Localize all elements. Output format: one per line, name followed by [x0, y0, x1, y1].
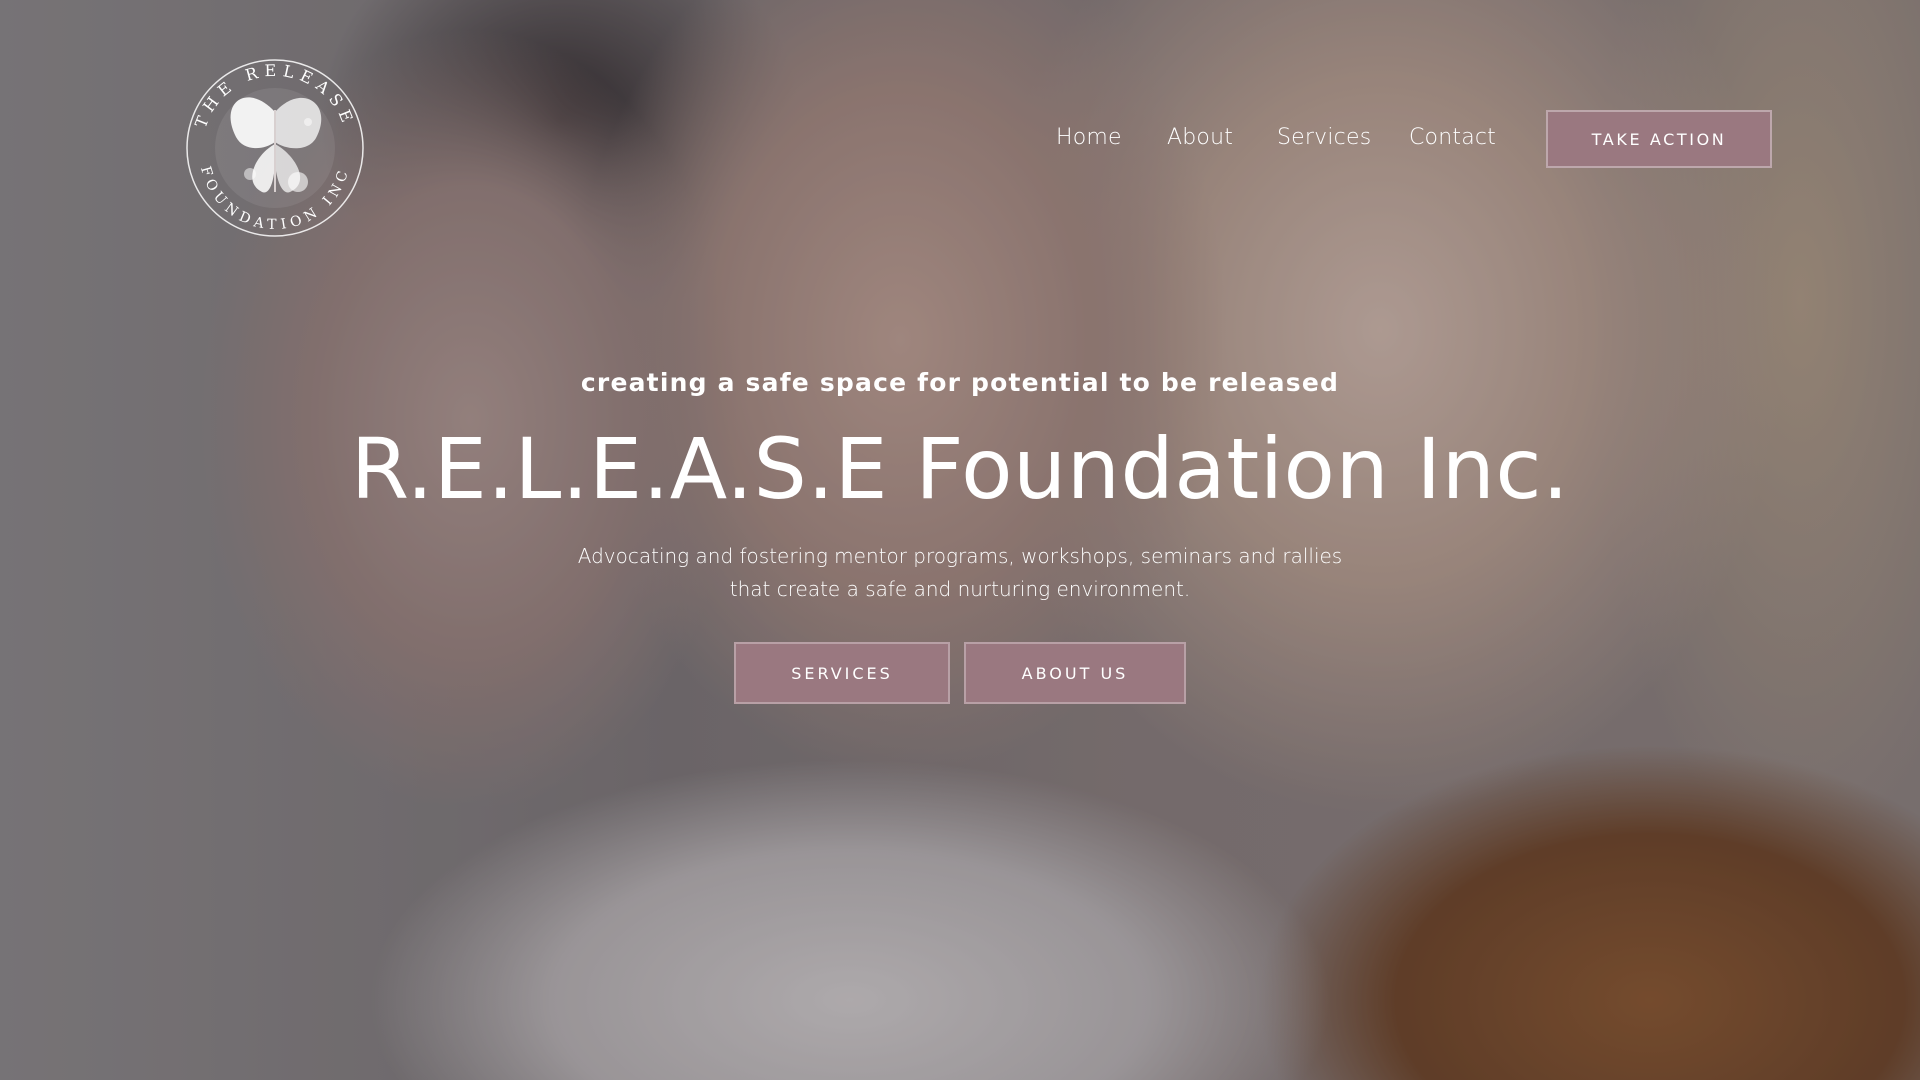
nav-item-about[interactable]: About: [1167, 125, 1233, 150]
nav-item-services[interactable]: Services: [1277, 125, 1371, 150]
hero-description-line-2: that create a safe and nurturing environ…: [729, 577, 1191, 601]
page-title: R.E.L.E.A.S.E Foundation Inc.: [350, 420, 1570, 518]
main-nav: Home About Services Contact TAKE ACTION: [0, 108, 1920, 170]
take-action-button[interactable]: TAKE ACTION: [1546, 110, 1772, 168]
nav-item-contact[interactable]: Contact: [1409, 125, 1496, 150]
services-button[interactable]: SERVICES: [734, 642, 950, 704]
hero-section: THE RELEASE FOUNDATION INC Home About Se…: [0, 0, 1920, 1080]
nav-item-home[interactable]: Home: [1056, 125, 1122, 150]
hero-description-line-1: Advocating and fostering mentor programs…: [577, 544, 1343, 568]
hero-description: Advocating and fostering mentor programs…: [460, 540, 1460, 606]
hero-tagline: creating a safe space for potential to b…: [580, 368, 1340, 397]
about-us-button[interactable]: ABOUT US: [964, 642, 1186, 704]
